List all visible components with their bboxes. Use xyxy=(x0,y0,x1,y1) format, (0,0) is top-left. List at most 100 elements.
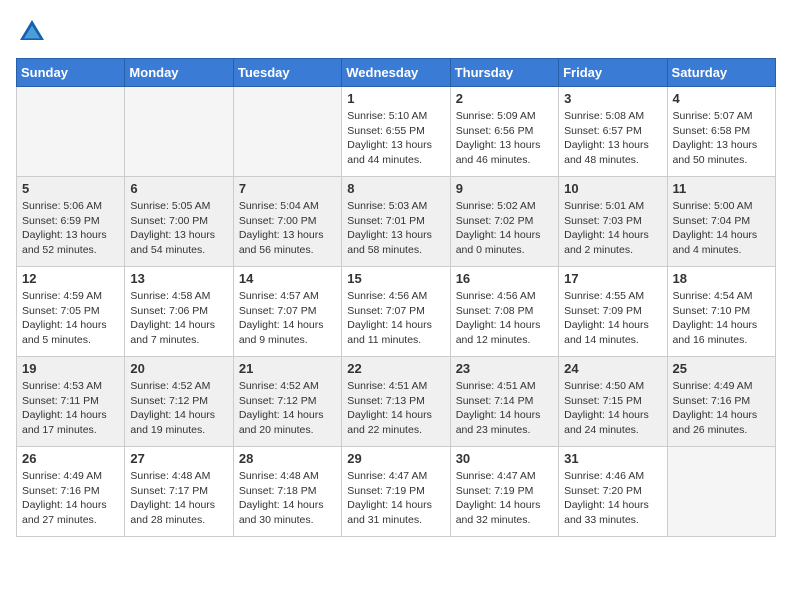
day-number: 7 xyxy=(239,181,336,196)
calendar-cell: 28 Sunrise: 4:48 AM Sunset: 7:18 PM Dayli… xyxy=(233,447,341,537)
day-number: 12 xyxy=(22,271,119,286)
calendar-cell: 19 Sunrise: 4:53 AM Sunset: 7:11 PM Dayli… xyxy=(17,357,125,447)
weekday-header-friday: Friday xyxy=(559,59,667,87)
calendar-cell: 6 Sunrise: 5:05 AM Sunset: 7:00 PM Daylig… xyxy=(125,177,233,267)
day-info: Sunrise: 4:59 AM Sunset: 7:05 PM Dayligh… xyxy=(22,289,119,348)
day-info: Sunrise: 4:47 AM Sunset: 7:19 PM Dayligh… xyxy=(347,469,444,528)
calendar-cell: 3 Sunrise: 5:08 AM Sunset: 6:57 PM Daylig… xyxy=(559,87,667,177)
logo-icon xyxy=(16,16,48,48)
day-info: Sunrise: 4:47 AM Sunset: 7:19 PM Dayligh… xyxy=(456,469,553,528)
day-info: Sunrise: 5:06 AM Sunset: 6:59 PM Dayligh… xyxy=(22,199,119,258)
day-number: 27 xyxy=(130,451,227,466)
calendar-week-row: 26 Sunrise: 4:49 AM Sunset: 7:16 PM Dayli… xyxy=(17,447,776,537)
day-number: 22 xyxy=(347,361,444,376)
day-number: 30 xyxy=(456,451,553,466)
calendar-cell: 14 Sunrise: 4:57 AM Sunset: 7:07 PM Dayli… xyxy=(233,267,341,357)
calendar-week-row: 5 Sunrise: 5:06 AM Sunset: 6:59 PM Daylig… xyxy=(17,177,776,267)
day-info: Sunrise: 4:50 AM Sunset: 7:15 PM Dayligh… xyxy=(564,379,661,438)
calendar-cell: 27 Sunrise: 4:48 AM Sunset: 7:17 PM Dayli… xyxy=(125,447,233,537)
calendar-cell: 7 Sunrise: 5:04 AM Sunset: 7:00 PM Daylig… xyxy=(233,177,341,267)
calendar-cell: 31Sunrise: 4:46 AM Sunset: 7:20 PM Dayli… xyxy=(559,447,667,537)
weekday-header-wednesday: Wednesday xyxy=(342,59,450,87)
calendar-cell: 15 Sunrise: 4:56 AM Sunset: 7:07 PM Dayli… xyxy=(342,267,450,357)
day-number: 9 xyxy=(456,181,553,196)
calendar-cell: 13 Sunrise: 4:58 AM Sunset: 7:06 PM Dayli… xyxy=(125,267,233,357)
day-number: 15 xyxy=(347,271,444,286)
day-info: Sunrise: 4:55 AM Sunset: 7:09 PM Dayligh… xyxy=(564,289,661,348)
day-number: 26 xyxy=(22,451,119,466)
day-number: 20 xyxy=(130,361,227,376)
weekday-header-sunday: Sunday xyxy=(17,59,125,87)
calendar-cell: 23 Sunrise: 4:51 AM Sunset: 7:14 PM Dayli… xyxy=(450,357,558,447)
day-number: 17 xyxy=(564,271,661,286)
calendar-cell xyxy=(667,447,775,537)
day-info: Sunrise: 5:00 AM Sunset: 7:04 PM Dayligh… xyxy=(673,199,770,258)
day-info: Sunrise: 5:03 AM Sunset: 7:01 PM Dayligh… xyxy=(347,199,444,258)
weekday-header-row: SundayMondayTuesdayWednesdayThursdayFrid… xyxy=(17,59,776,87)
day-info: Sunrise: 5:05 AM Sunset: 7:00 PM Dayligh… xyxy=(130,199,227,258)
day-info: Sunrise: 4:53 AM Sunset: 7:11 PM Dayligh… xyxy=(22,379,119,438)
day-info: Sunrise: 5:04 AM Sunset: 7:00 PM Dayligh… xyxy=(239,199,336,258)
day-info: Sunrise: 4:48 AM Sunset: 7:18 PM Dayligh… xyxy=(239,469,336,528)
weekday-header-saturday: Saturday xyxy=(667,59,775,87)
calendar-week-row: 1Sunrise: 5:10 AM Sunset: 6:55 PM Daylig… xyxy=(17,87,776,177)
weekday-header-monday: Monday xyxy=(125,59,233,87)
day-info: Sunrise: 4:56 AM Sunset: 7:08 PM Dayligh… xyxy=(456,289,553,348)
day-info: Sunrise: 5:09 AM Sunset: 6:56 PM Dayligh… xyxy=(456,109,553,168)
day-info: Sunrise: 4:51 AM Sunset: 7:14 PM Dayligh… xyxy=(456,379,553,438)
day-info: Sunrise: 4:52 AM Sunset: 7:12 PM Dayligh… xyxy=(130,379,227,438)
calendar-cell: 30 Sunrise: 4:47 AM Sunset: 7:19 PM Dayli… xyxy=(450,447,558,537)
weekday-header-thursday: Thursday xyxy=(450,59,558,87)
day-number: 29 xyxy=(347,451,444,466)
calendar-cell: 29 Sunrise: 4:47 AM Sunset: 7:19 PM Dayli… xyxy=(342,447,450,537)
day-number: 6 xyxy=(130,181,227,196)
day-info: Sunrise: 5:01 AM Sunset: 7:03 PM Dayligh… xyxy=(564,199,661,258)
calendar-cell: 8 Sunrise: 5:03 AM Sunset: 7:01 PM Daylig… xyxy=(342,177,450,267)
day-info: Sunrise: 4:54 AM Sunset: 7:10 PM Dayligh… xyxy=(673,289,770,348)
day-number: 2 xyxy=(456,91,553,106)
page-header xyxy=(16,16,776,48)
calendar-week-row: 12 Sunrise: 4:59 AM Sunset: 7:05 PM Dayli… xyxy=(17,267,776,357)
weekday-header-tuesday: Tuesday xyxy=(233,59,341,87)
day-info: Sunrise: 5:08 AM Sunset: 6:57 PM Dayligh… xyxy=(564,109,661,168)
day-number: 5 xyxy=(22,181,119,196)
day-info: Sunrise: 4:46 AM Sunset: 7:20 PM Dayligh… xyxy=(564,469,661,528)
logo xyxy=(16,16,52,48)
day-number: 14 xyxy=(239,271,336,286)
day-info: Sunrise: 4:56 AM Sunset: 7:07 PM Dayligh… xyxy=(347,289,444,348)
day-info: Sunrise: 4:48 AM Sunset: 7:17 PM Dayligh… xyxy=(130,469,227,528)
day-number: 18 xyxy=(673,271,770,286)
day-number: 1 xyxy=(347,91,444,106)
day-number: 13 xyxy=(130,271,227,286)
day-number: 24 xyxy=(564,361,661,376)
calendar-cell: 25Sunrise: 4:49 AM Sunset: 7:16 PM Dayli… xyxy=(667,357,775,447)
calendar-cell: 11 Sunrise: 5:00 AM Sunset: 7:04 PM Dayli… xyxy=(667,177,775,267)
day-info: Sunrise: 4:52 AM Sunset: 7:12 PM Dayligh… xyxy=(239,379,336,438)
calendar-cell: 26 Sunrise: 4:49 AM Sunset: 7:16 PM Dayli… xyxy=(17,447,125,537)
calendar: SundayMondayTuesdayWednesdayThursdayFrid… xyxy=(16,58,776,537)
day-number: 25 xyxy=(673,361,770,376)
day-info: Sunrise: 4:49 AM Sunset: 7:16 PM Dayligh… xyxy=(22,469,119,528)
calendar-cell xyxy=(233,87,341,177)
calendar-cell xyxy=(17,87,125,177)
calendar-cell: 16Sunrise: 4:56 AM Sunset: 7:08 PM Dayli… xyxy=(450,267,558,357)
day-number: 19 xyxy=(22,361,119,376)
day-number: 10 xyxy=(564,181,661,196)
calendar-week-row: 19 Sunrise: 4:53 AM Sunset: 7:11 PM Dayli… xyxy=(17,357,776,447)
calendar-cell: 22Sunrise: 4:51 AM Sunset: 7:13 PM Dayli… xyxy=(342,357,450,447)
calendar-cell: 4Sunrise: 5:07 AM Sunset: 6:58 PM Daylig… xyxy=(667,87,775,177)
day-number: 23 xyxy=(456,361,553,376)
calendar-cell: 2 Sunrise: 5:09 AM Sunset: 6:56 PM Daylig… xyxy=(450,87,558,177)
day-info: Sunrise: 4:57 AM Sunset: 7:07 PM Dayligh… xyxy=(239,289,336,348)
day-number: 3 xyxy=(564,91,661,106)
day-info: Sunrise: 4:58 AM Sunset: 7:06 PM Dayligh… xyxy=(130,289,227,348)
calendar-cell: 1Sunrise: 5:10 AM Sunset: 6:55 PM Daylig… xyxy=(342,87,450,177)
day-number: 8 xyxy=(347,181,444,196)
day-number: 28 xyxy=(239,451,336,466)
calendar-cell: 18 Sunrise: 4:54 AM Sunset: 7:10 PM Dayli… xyxy=(667,267,775,357)
day-number: 21 xyxy=(239,361,336,376)
day-info: Sunrise: 5:07 AM Sunset: 6:58 PM Dayligh… xyxy=(673,109,770,168)
calendar-cell: 9Sunrise: 5:02 AM Sunset: 7:02 PM Daylig… xyxy=(450,177,558,267)
day-number: 11 xyxy=(673,181,770,196)
calendar-cell: 12 Sunrise: 4:59 AM Sunset: 7:05 PM Dayli… xyxy=(17,267,125,357)
